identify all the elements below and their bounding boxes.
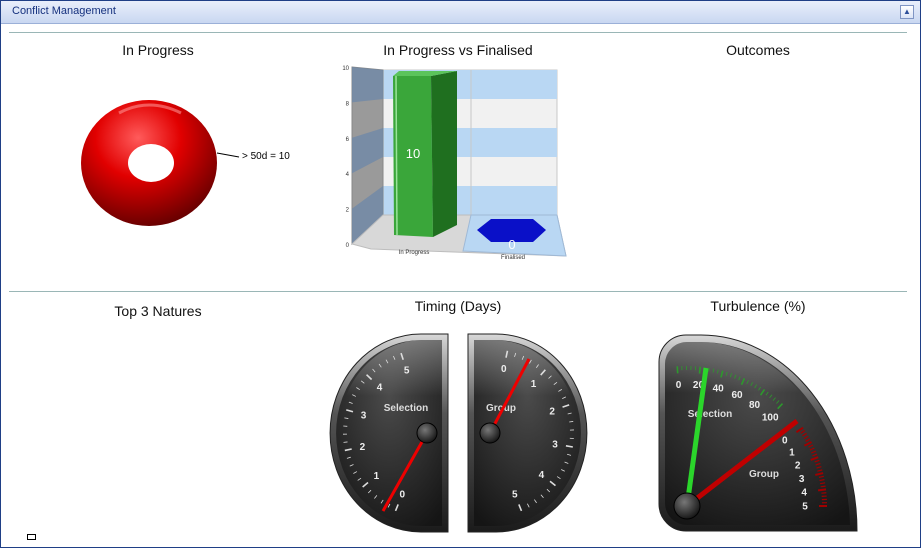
gauge-tick-label: 5 [802,502,808,513]
gauge-tick-label: 2 [795,460,801,471]
gauge-tick-label: 40 [713,384,725,395]
gauge-tick-label: 3 [799,474,805,485]
timing-selection-gauge: 0 1 2 3 4 5 Selection [330,334,448,532]
timing-selection-label: Selection [384,403,428,414]
gauge-tick-label: 4 [539,470,545,481]
gauge-tick-label: 2 [549,406,555,417]
gauge-tick-label: 5 [512,490,518,501]
timing-group-gauge: 012345 Group [468,334,587,532]
gauge-tick-label: 2 [360,442,366,453]
gauge-tick-label: 0 [676,380,682,391]
gauge-tick-label: 0 [399,490,405,501]
gauge-hub [417,423,437,443]
turbulence-gauge: 020406080100012345 Selection Group [659,335,857,531]
dashboard-window: Conflict Management ▲ In Progress In Pro… [0,0,921,548]
gauges-area: 012345 Selection 012345 Group 0204060801… [1,1,921,549]
gauge-hub [674,493,700,519]
gauge-tick-label: 4 [801,488,807,499]
turbulence-group-label: Group [749,469,779,480]
gauge-tick-label: 1 [374,471,380,482]
gauge-tick-label: 80 [749,400,761,411]
gauge-tick-label: 0 [501,364,507,375]
gauge-tick [818,489,826,490]
gauge-tick-label: 100 [762,412,779,423]
gauge-tick-label: 3 [552,440,558,451]
gauge-hub [480,423,500,443]
gauge-tick-label: 60 [731,390,743,401]
gauge-tick [820,483,825,484]
gauge-tick-label: 1 [789,448,795,459]
gauge-tick [821,486,826,487]
gauge-tick-label: 3 [361,410,367,421]
gauge-tick [569,421,573,422]
gauge-tick-label: 4 [377,383,383,394]
gauge-tick-label: 1 [531,379,537,390]
status-indicator[interactable] [27,534,36,540]
gauge-tick-label: 0 [782,436,788,447]
gauge-tick-label: 5 [404,366,410,377]
turbulence-selection-label: Selection [688,409,732,420]
gauge-tick [700,367,701,374]
